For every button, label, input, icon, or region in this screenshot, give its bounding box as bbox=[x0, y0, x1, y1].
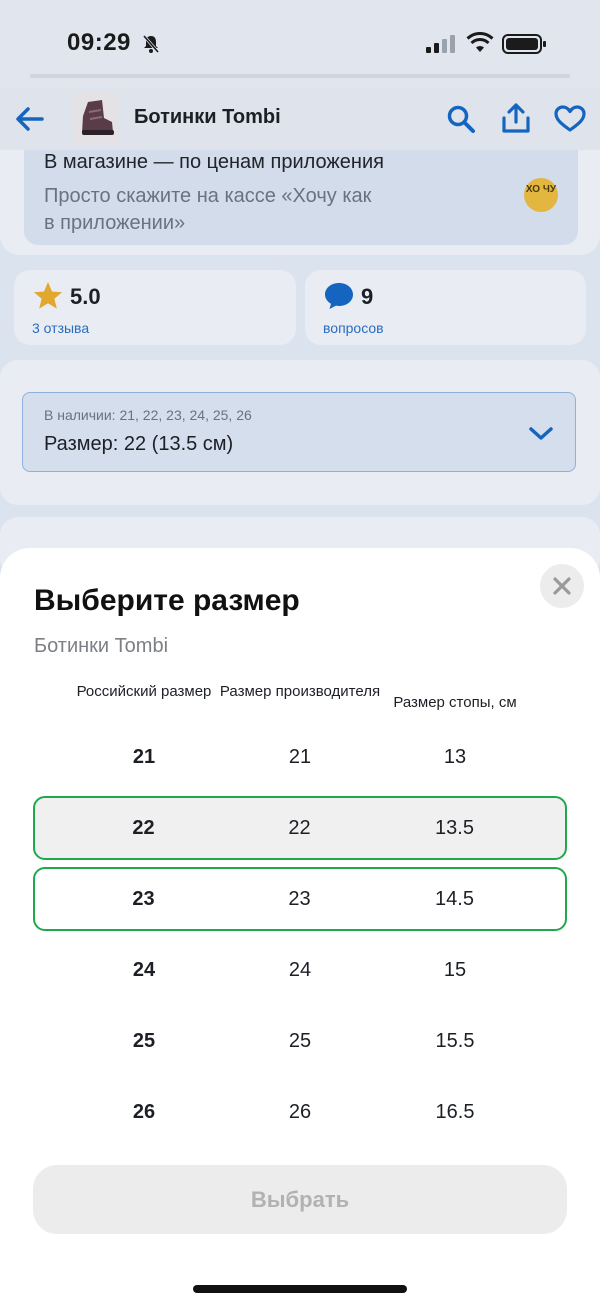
size-row-25[interactable]: 25 25 15.5 bbox=[33, 1009, 567, 1073]
home-indicator[interactable] bbox=[193, 1285, 407, 1293]
wifi-icon bbox=[466, 32, 494, 52]
search-icon[interactable] bbox=[446, 104, 476, 134]
questions-count: 9 bbox=[361, 284, 374, 309]
foot-size: 16.5 bbox=[435, 1100, 475, 1123]
rating-value: 5.0 bbox=[70, 284, 101, 309]
foot-size: 13.5 bbox=[435, 816, 474, 839]
questions-card[interactable]: 9 вопросов bbox=[305, 270, 586, 345]
foot-size: 15.5 bbox=[435, 1029, 475, 1052]
available-sizes-text: В наличии: 21, 22, 23, 24, 25, 26 bbox=[44, 407, 252, 423]
questions-link[interactable]: вопросов bbox=[323, 320, 384, 336]
promo-text: Просто скажите на кассе «Хочу как в прил… bbox=[44, 185, 372, 234]
selected-size-text: Размер: 22 (13.5 см) bbox=[44, 433, 234, 455]
reviews-link[interactable]: 3 отзыва bbox=[32, 320, 89, 336]
bell-muted-icon bbox=[142, 35, 160, 53]
size-dropdown[interactable]: В наличии: 21, 22, 23, 24, 25, 26 Размер… bbox=[22, 392, 576, 472]
size-picker-sheet: Выберите размер Ботинки Tombi Российский… bbox=[0, 548, 600, 1303]
foot-size: 14.5 bbox=[435, 887, 474, 910]
back-arrow-icon[interactable] bbox=[14, 104, 46, 134]
chevron-down-icon bbox=[529, 427, 553, 440]
product-thumbnail[interactable] bbox=[74, 92, 118, 144]
foot-size: 13 bbox=[443, 745, 467, 768]
size-row-24[interactable]: 24 24 15 bbox=[33, 938, 567, 1002]
heart-icon[interactable] bbox=[554, 105, 586, 133]
status-time: 09:29 bbox=[67, 29, 131, 56]
status-bar: 09:29 bbox=[0, 0, 600, 88]
header-title: Ботинки Tombi bbox=[134, 106, 281, 128]
scroll-edge bbox=[30, 74, 570, 78]
sheet-title: Выберите размер bbox=[34, 584, 300, 617]
star-icon bbox=[34, 282, 62, 309]
promo-card: В магазине — по ценам приложения Просто … bbox=[0, 150, 600, 255]
column-header-foot-size: Размер стопы, см bbox=[393, 694, 517, 711]
close-icon bbox=[553, 577, 571, 595]
size-row-22[interactable]: 22 22 13.5 bbox=[33, 796, 567, 860]
cellular-signal-icon bbox=[426, 35, 455, 53]
share-icon[interactable] bbox=[501, 102, 531, 134]
close-button[interactable] bbox=[540, 564, 584, 608]
promo-badge: ХО ЧУ bbox=[524, 178, 558, 212]
size-row-23[interactable]: 23 23 14.5 bbox=[33, 867, 567, 931]
size-row-21[interactable]: 21 21 13 bbox=[33, 725, 567, 789]
promo-banner[interactable]: В магазине — по ценам приложения Просто … bbox=[24, 150, 578, 245]
size-row-26[interactable]: 26 26 16.5 bbox=[33, 1080, 567, 1144]
battery-icon bbox=[502, 34, 546, 54]
choose-button[interactable]: Выбрать bbox=[33, 1165, 567, 1234]
chat-bubble-icon bbox=[325, 283, 353, 309]
foot-size: 15 bbox=[443, 958, 467, 981]
sheet-subtitle: Ботинки Tombi bbox=[34, 635, 169, 657]
size-card: В наличии: 21, 22, 23, 24, 25, 26 Размер… bbox=[0, 360, 600, 505]
rating-card[interactable]: 5.0 3 отзыва bbox=[14, 270, 296, 345]
promo-title: В магазине — по ценам приложения bbox=[44, 151, 384, 173]
boot-image bbox=[74, 92, 118, 144]
product-header: Ботинки Tombi bbox=[0, 88, 600, 150]
